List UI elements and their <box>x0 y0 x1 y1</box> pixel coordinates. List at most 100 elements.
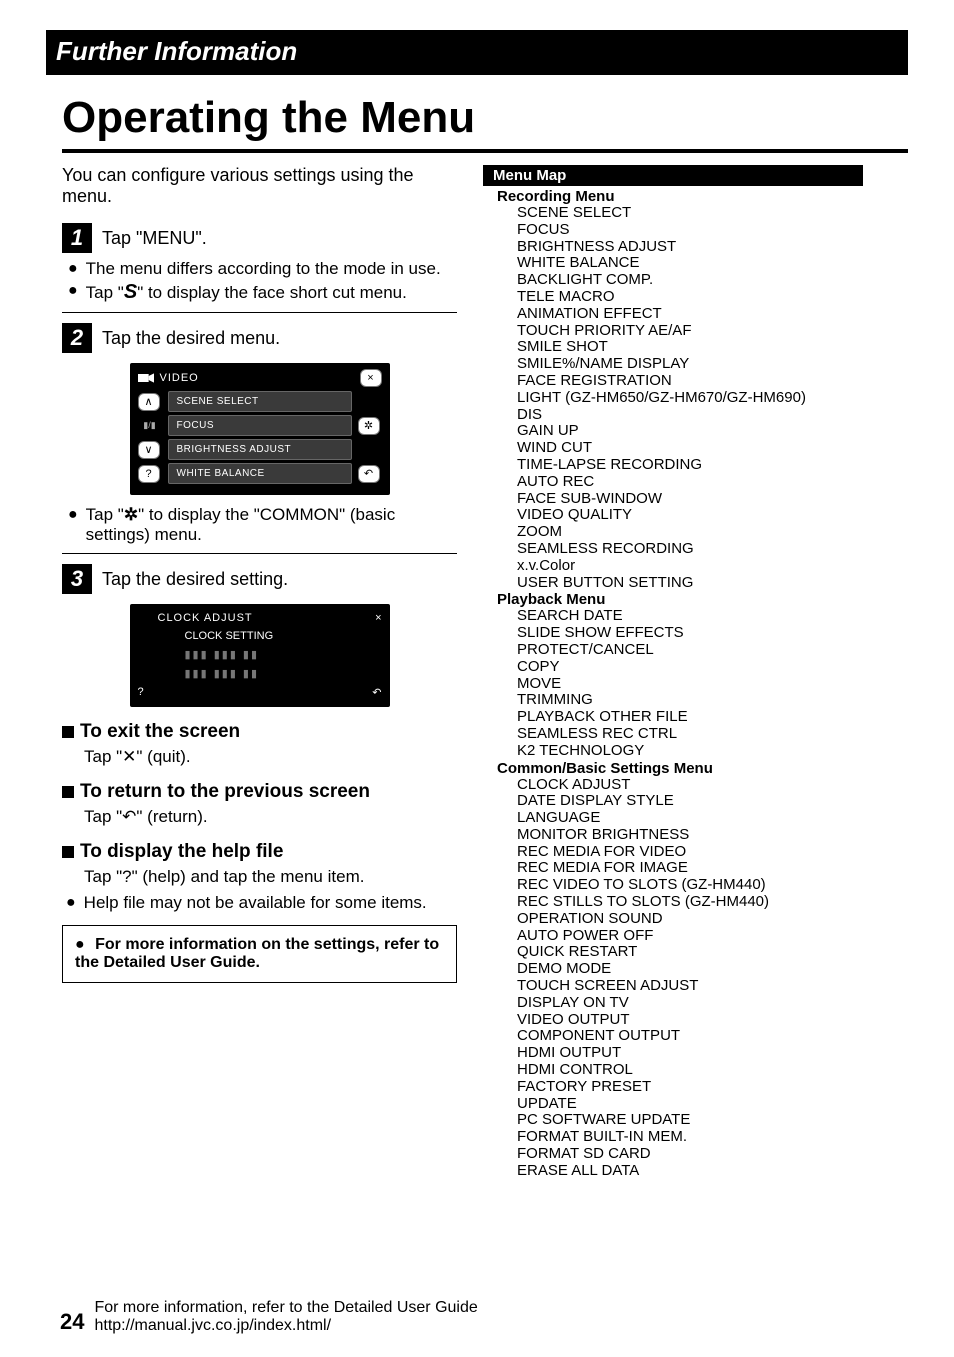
menu-map-item: BRIGHTNESS ADJUST <box>517 239 908 256</box>
step-1: 1 Tap "MENU". <box>62 223 457 253</box>
back-icon[interactable]: ↶ <box>358 465 380 483</box>
menu-map-item: WHITE BALANCE <box>517 255 908 272</box>
menu-map-item: PROTECT/CANCEL <box>517 642 908 659</box>
step2-bullet-1: ● Tap "✲" to display the "COMMON" (basic… <box>68 505 457 545</box>
menu-item[interactable]: CLOCK SETTING <box>185 630 335 642</box>
close-icon[interactable]: × <box>360 369 382 387</box>
back-icon[interactable]: ↶ <box>372 686 381 699</box>
menu-map-item: TIME-LAPSE RECORDING <box>517 457 908 474</box>
square-bullet-icon <box>62 726 74 738</box>
heading-exit: To exit the screen <box>62 721 457 743</box>
menu-map-item: OPERATION SOUND <box>517 911 908 928</box>
play-pause-icon: ▮/▮ <box>138 420 162 431</box>
exit-text: Tap "✕" (quit). <box>84 747 457 767</box>
menu-screenshot-1: VIDEO × ∧ SCENE SELECT ▮/▮ FOCUS ✲ ∨ BRI… <box>130 363 390 495</box>
left-column: You can configure various settings using… <box>62 165 457 1180</box>
playback-items: SEARCH DATESLIDE SHOW EFFECTSPROTECT/CAN… <box>517 608 908 759</box>
heading-help: To display the help file <box>62 841 457 863</box>
menu-map-item: DATE DISPLAY STYLE <box>517 793 908 810</box>
menu-map-item: TRIMMING <box>517 692 908 709</box>
bullet-text: The menu differs according to the mode i… <box>86 259 441 279</box>
step-2: 2 Tap the desired menu. <box>62 323 457 353</box>
menu-map-item: x.v.Color <box>517 558 908 575</box>
step-number: 3 <box>62 564 92 594</box>
menu-map-item: VIDEO QUALITY <box>517 507 908 524</box>
menu-map-item: SEARCH DATE <box>517 608 908 625</box>
menu-map-item: DIS <box>517 407 908 424</box>
menu-map-item: TOUCH PRIORITY AE/AF <box>517 323 908 340</box>
gear-icon[interactable]: ✲ <box>358 417 380 435</box>
menu-map-item: SLIDE SHOW EFFECTS <box>517 625 908 642</box>
menu-map-header: Menu Map <box>483 165 863 186</box>
footer-line-2: http://manual.jvc.co.jp/index.html/ <box>94 1317 477 1335</box>
menu-item[interactable]: BRIGHTNESS ADJUST <box>168 439 352 460</box>
menu-map-item: MOVE <box>517 676 908 693</box>
bullet-dot: ● <box>68 505 78 545</box>
menu-map-item: GAIN UP <box>517 423 908 440</box>
menu-map-item: AUTO REC <box>517 474 908 491</box>
menu-item-disabled: ▮▮▮ ▮▮▮ ▮▮ <box>185 667 335 680</box>
menu-map-item: USER BUTTON SETTING <box>517 575 908 592</box>
help-icon[interactable]: ? <box>138 686 144 699</box>
bullet-dot: ● <box>75 936 85 953</box>
square-bullet-icon <box>62 786 74 798</box>
step-text: Tap "MENU". <box>102 228 207 249</box>
step-3: 3 Tap the desired setting. <box>62 564 457 594</box>
menu-map-item: PLAYBACK OTHER FILE <box>517 709 908 726</box>
menu-map-item: SEAMLESS RECORDING <box>517 541 908 558</box>
bullet-dot: ● <box>66 893 76 913</box>
menu-map-item: FOCUS <box>517 222 908 239</box>
menu-map-item: BACKLIGHT COMP. <box>517 272 908 289</box>
bullet-text: Help file may not be available for some … <box>84 893 427 913</box>
menu-map-item: LANGUAGE <box>517 810 908 827</box>
menu-map-item: SMILE SHOT <box>517 339 908 356</box>
menu-map-item: FACTORY PRESET <box>517 1079 908 1096</box>
menu-map-item: SCENE SELECT <box>517 205 908 222</box>
help-text: Tap "?" (help) and tap the menu item. <box>84 867 457 887</box>
common-items: CLOCK ADJUSTDATE DISPLAY STYLELANGUAGEMO… <box>517 777 908 1180</box>
step1-bullet-1: ● The menu differs according to the mode… <box>68 259 457 279</box>
help-icon[interactable]: ? <box>138 465 160 483</box>
scroll-down-icon[interactable]: ∨ <box>138 441 160 459</box>
menu-item[interactable]: SCENE SELECT <box>168 391 352 412</box>
scroll-up-icon[interactable]: ∧ <box>138 393 160 411</box>
help-note: ● Help file may not be available for som… <box>66 893 457 913</box>
menu-map-item: ANIMATION EFFECT <box>517 306 908 323</box>
page-footer: 24 For more information, refer to the De… <box>60 1299 478 1335</box>
page-number: 24 <box>60 1309 84 1335</box>
group-playback: Playback Menu <box>497 591 908 608</box>
bullet-dot: ● <box>68 281 78 304</box>
menu-map-item: CLOCK ADJUST <box>517 777 908 794</box>
square-bullet-icon <box>62 846 74 858</box>
menu-map-item: DISPLAY ON TV <box>517 995 908 1012</box>
menu-map-item: LIGHT (GZ-HM650/GZ-HM670/GZ-HM690) <box>517 390 908 407</box>
divider <box>62 312 457 313</box>
info-box: ● For more information on the settings, … <box>62 925 457 983</box>
menu-map-item: SMILE%/NAME DISPLAY <box>517 356 908 373</box>
heading-return: To return to the previous screen <box>62 781 457 803</box>
menu-map-item: TELE MACRO <box>517 289 908 306</box>
step1-bullet-2: ● Tap "S" to display the face short cut … <box>68 281 457 304</box>
menu-item[interactable]: WHITE BALANCE <box>168 463 352 484</box>
menu-item[interactable]: FOCUS <box>168 415 352 436</box>
bullet-text: Tap "✲" to display the "COMMON" (basic s… <box>86 505 457 545</box>
menu-map-item: HDMI OUTPUT <box>517 1045 908 1062</box>
video-mode-icon <box>138 372 154 384</box>
menu-map-item: ERASE ALL DATA <box>517 1163 908 1180</box>
bullet-text: Tap "S" to display the face short cut me… <box>86 281 407 304</box>
menu-map-item: AUTO POWER OFF <box>517 928 908 945</box>
close-icon[interactable]: × <box>375 612 381 624</box>
return-text: Tap "↶" (return). <box>84 807 457 827</box>
menu-map-item: UPDATE <box>517 1096 908 1113</box>
section-header: Further Information <box>46 30 908 75</box>
menu-map-item: VIDEO OUTPUT <box>517 1012 908 1029</box>
menu-map-item: REC STILLS TO SLOTS (GZ-HM440) <box>517 894 908 911</box>
menu-map-item: FORMAT BUILT-IN MEM. <box>517 1129 908 1146</box>
group-common: Common/Basic Settings Menu <box>497 760 908 777</box>
menu-map-item: FORMAT SD CARD <box>517 1146 908 1163</box>
divider <box>62 553 457 554</box>
info-text: For more information on the settings, re… <box>75 936 439 971</box>
menu-title: CLOCK ADJUST <box>158 612 253 624</box>
menu-map-item: COPY <box>517 659 908 676</box>
menu-map-item: FACE REGISTRATION <box>517 373 908 390</box>
